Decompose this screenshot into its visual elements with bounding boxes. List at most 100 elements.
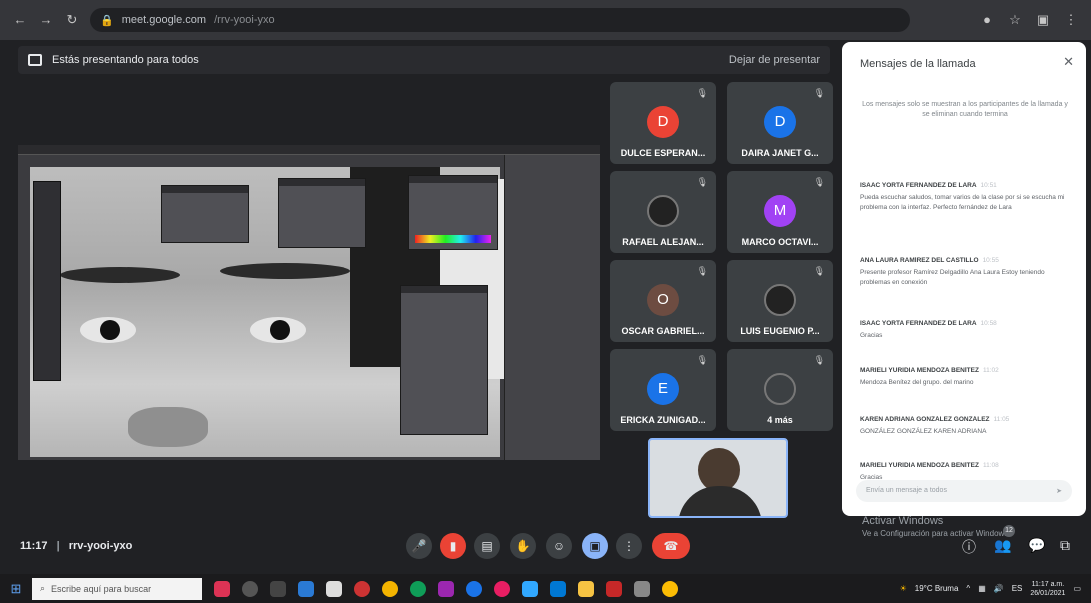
self-video[interactable] bbox=[648, 438, 788, 518]
photoshop-panel-character[interactable] bbox=[278, 178, 366, 248]
photoshop-layers-panel[interactable] bbox=[504, 155, 600, 460]
mic-off-icon: 🎙 bbox=[696, 88, 708, 98]
participant-tile[interactable]: 🎙 4 más bbox=[727, 349, 833, 431]
taskbar-date: 26/01/2021 bbox=[1030, 589, 1066, 597]
premiere-icon[interactable] bbox=[438, 580, 454, 597]
mic-off-icon: 🎙 bbox=[813, 177, 825, 187]
chat-input[interactable]: Envía un mensaje a todos ➤ bbox=[856, 480, 1072, 502]
more-options-button[interactable]: ⋮ bbox=[616, 533, 642, 559]
hand-icon: ✋ bbox=[515, 539, 531, 553]
participant-avatar: O bbox=[647, 284, 679, 316]
photoshop-menubar bbox=[18, 145, 600, 155]
participant-avatar: M bbox=[764, 195, 796, 227]
self-body bbox=[678, 486, 762, 516]
windows-taskbar: ⊞ ⌕ Escribe aquí para buscar ☀ 19°C Brum… bbox=[0, 574, 1091, 603]
app-icon-2[interactable] bbox=[326, 580, 342, 597]
captions-icon: ▤ bbox=[481, 539, 493, 553]
windows-start-icon[interactable]: ⊞ bbox=[0, 581, 32, 597]
reload-icon[interactable]: ↻ bbox=[64, 12, 80, 28]
chat-title: Mensajes de la llamada bbox=[860, 58, 976, 70]
photoshop-icon[interactable] bbox=[522, 580, 538, 597]
app-icon-4[interactable] bbox=[410, 580, 426, 597]
weather-text: 19°C Bruma bbox=[914, 584, 959, 593]
camera-off-button[interactable]: ▮ bbox=[440, 533, 466, 559]
app-icon-1[interactable] bbox=[214, 580, 230, 597]
chat-text: Gracias bbox=[860, 332, 883, 339]
extensions-icon[interactable]: ▣ bbox=[1035, 12, 1051, 28]
emoji-button[interactable]: ☺ bbox=[546, 533, 572, 559]
raise-hand-button[interactable]: ✋ bbox=[510, 533, 536, 559]
present-button[interactable]: ▣ bbox=[582, 533, 608, 559]
send-icon[interactable]: ➤ bbox=[1056, 487, 1062, 495]
mic-off-icon: 🎙 bbox=[696, 266, 708, 276]
photoshop-toolbar[interactable] bbox=[33, 181, 61, 381]
meeting-code: rrv-yooi-yxo bbox=[68, 540, 133, 552]
present-icon: ▣ bbox=[589, 539, 601, 553]
app-icon-7[interactable] bbox=[550, 580, 566, 597]
file-explorer-icon[interactable] bbox=[578, 580, 594, 597]
participant-tile[interactable]: 🎙 D DAIRA JANET G... bbox=[727, 82, 833, 164]
back-arrow-icon[interactable]: ← bbox=[12, 12, 28, 28]
stop-presenting-button[interactable]: Dejar de presentar bbox=[729, 54, 820, 66]
chat-panel: Mensajes de la llamada ✕ Los mensajes so… bbox=[842, 42, 1086, 516]
word-icon[interactable] bbox=[298, 580, 314, 597]
photoshop-panel-adjust[interactable] bbox=[400, 285, 488, 435]
mic-off-icon: 🎙 bbox=[696, 177, 708, 187]
forward-arrow-icon[interactable]: → bbox=[38, 12, 54, 28]
chat-message: ISAAC YORTA FERNÁNDEZ DE LARA 10:51 Pueda … bbox=[860, 182, 1070, 213]
participant-tile[interactable]: 🎙 LUIS EUGENIO P... bbox=[727, 260, 833, 342]
participant-tile[interactable]: 🎙 D DULCE ESPERAN... bbox=[610, 82, 716, 164]
chat-time: 11:08 bbox=[982, 462, 999, 469]
address-bar[interactable]: 🔒 meet.google.com/rrv-yooi-yxo bbox=[90, 8, 910, 32]
app-icon-3[interactable] bbox=[354, 580, 370, 597]
chat-input-placeholder: Envía un mensaje a todos bbox=[866, 487, 947, 494]
app-icon-5[interactable] bbox=[466, 580, 482, 597]
left-eyebrow bbox=[60, 267, 180, 283]
hang-up-button[interactable]: ☎ bbox=[652, 533, 690, 559]
presenting-banner: Estás presentando para todos Dejar de pr… bbox=[18, 46, 830, 74]
people-icon[interactable]: 👥 bbox=[994, 537, 1011, 554]
acrobat-icon[interactable] bbox=[606, 580, 622, 597]
task-view-icon[interactable] bbox=[270, 580, 286, 597]
camera-permission-icon[interactable]: ● bbox=[979, 12, 995, 28]
participant-tile[interactable]: 🎙 O OSCAR GABRIEL... bbox=[610, 260, 716, 342]
close-icon[interactable]: ✕ bbox=[1063, 54, 1074, 70]
language-indicator[interactable]: ES bbox=[1012, 584, 1023, 593]
browser-toolbar: ← → ↻ 🔒 meet.google.com/rrv-yooi-yxo ● ☆… bbox=[0, 0, 1091, 40]
volume-icon[interactable]: 🔊 bbox=[994, 584, 1004, 593]
participant-tile[interactable]: 🎙 RAFAEL ALEJAN... bbox=[610, 171, 716, 253]
app-icon-6[interactable] bbox=[494, 580, 510, 597]
photoshop-panel-color[interactable] bbox=[408, 175, 498, 250]
chrome-icon[interactable] bbox=[382, 580, 398, 597]
photoshop-panel-brush[interactable] bbox=[161, 185, 249, 243]
screen: ← → ↻ 🔒 meet.google.com/rrv-yooi-yxo ● ☆… bbox=[0, 0, 1091, 603]
mic-button[interactable]: 🎤 bbox=[406, 533, 432, 559]
captions-button[interactable]: ▤ bbox=[474, 533, 500, 559]
chrome-icon-2[interactable] bbox=[662, 580, 678, 597]
chevron-up-icon[interactable]: ^ bbox=[966, 584, 970, 593]
weather-icon: ☀ bbox=[899, 584, 907, 593]
cortana-icon[interactable] bbox=[242, 580, 258, 597]
chat-message-header: ISAAC YORTA FERNÁNDEZ DE LARA 10:58 bbox=[860, 320, 1070, 327]
taskbar-search[interactable]: ⌕ Escribe aquí para buscar bbox=[32, 577, 202, 600]
participant-avatar bbox=[764, 284, 796, 316]
chat-icon[interactable]: 💬 bbox=[1028, 537, 1045, 554]
network-icon[interactable]: ▦ bbox=[978, 584, 986, 593]
chat-message: ISAAC YORTA FERNÁNDEZ DE LARA 10:58 Gracia… bbox=[860, 320, 1070, 341]
taskbar-clock[interactable]: 11:17 a.m. 26/01/2021 bbox=[1030, 580, 1065, 598]
info-icon[interactable]: ⓘ bbox=[962, 537, 976, 557]
participant-tile[interactable]: 🎙 E ERICKA ZUNIGAD... bbox=[610, 349, 716, 431]
activities-icon[interactable]: ⧉ bbox=[1060, 537, 1070, 554]
menu-icon[interactable]: ⋮ bbox=[1063, 12, 1079, 28]
star-icon[interactable]: ☆ bbox=[1007, 12, 1023, 28]
meeting-time: 11:17 bbox=[20, 540, 48, 552]
mic-off-icon: 🎙 bbox=[813, 266, 825, 276]
right-eye bbox=[250, 317, 306, 343]
participant-name: 4 más bbox=[767, 415, 793, 425]
notifications-icon[interactable]: ▭ bbox=[1073, 584, 1081, 593]
app-icon-8[interactable] bbox=[634, 580, 650, 597]
participant-tile[interactable]: 🎙 M MARCO OCTAVI... bbox=[727, 171, 833, 253]
participant-avatar: D bbox=[647, 106, 679, 138]
chat-message: KAREN ADRIANA GONZÁLEZ GONZÁLEZ 11:05 GONZ… bbox=[860, 416, 1070, 437]
nose bbox=[128, 407, 208, 447]
